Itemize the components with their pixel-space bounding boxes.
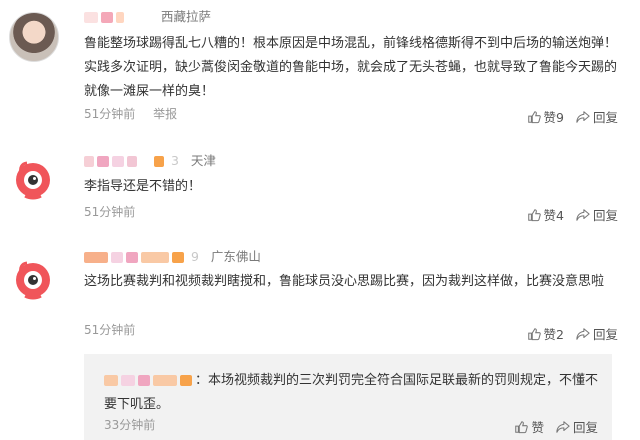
timestamp: 51分钟前	[84, 107, 136, 121]
blurred-username[interactable]	[141, 252, 169, 263]
blurred-username[interactable]	[121, 375, 135, 386]
like-button[interactable]: 赞4	[527, 205, 564, 224]
comment-actions: 赞9 回复	[527, 107, 618, 126]
thumbs-up-icon	[527, 327, 541, 340]
like-label: 赞	[531, 420, 544, 435]
blurred-username[interactable]	[154, 156, 164, 167]
comment-text: 鲁能整场球踢得乱七八糟的！根本原因是中场混乱，前锋线格德斯得不到中后场的输送炮弹…	[84, 36, 618, 99]
comment-time: 51分钟前	[84, 321, 135, 338]
reply-icon	[576, 208, 590, 221]
reply-text: ：本场视频裁判的三次判罚完全符合国际足联最新的罚则规定，不懂不要下叽歪。	[104, 373, 599, 412]
location: 天津	[190, 153, 216, 168]
comment-header: 3 天津	[84, 152, 216, 170]
user-avatar[interactable]	[9, 254, 57, 302]
blurred-username[interactable]	[180, 375, 192, 386]
comment-time: 51分钟前	[84, 203, 135, 220]
thumbs-up-icon	[527, 208, 541, 221]
timestamp: 51分钟前	[84, 205, 136, 219]
blurred-username[interactable]	[138, 375, 150, 386]
reply-label: 回复	[592, 110, 618, 125]
blurred-username[interactable]	[111, 252, 123, 263]
blurred-username[interactable]	[116, 12, 124, 23]
thumbs-up-icon	[515, 420, 529, 433]
timestamp: 51分钟前	[84, 323, 136, 337]
reply-icon	[576, 110, 590, 123]
like-button[interactable]: 赞	[514, 417, 544, 436]
blurred-username[interactable]	[84, 252, 108, 263]
blurred-username[interactable]	[101, 12, 113, 23]
comment-header: 9 广东佛山	[84, 248, 261, 266]
nested-reply: ：本场视频裁判的三次判罚完全符合国际足联最新的罚则规定，不懂不要下叽歪。 33分…	[84, 354, 612, 440]
blurred-username[interactable]	[84, 12, 98, 23]
username-suffix[interactable]: 3	[171, 153, 179, 168]
reply-icon	[556, 420, 570, 433]
comment-text: 这场比赛裁判和视频裁判瞎搅和，鲁能球员没心思踢比赛，因为裁判这样做，比赛没意思啦	[84, 274, 605, 289]
report-link[interactable]: 举报	[153, 107, 177, 121]
reply-button[interactable]: 回复	[576, 324, 618, 343]
reply-button[interactable]: 回复	[556, 417, 598, 436]
reply-actions: 赞 回复	[514, 417, 598, 436]
reply-label: 回复	[592, 208, 618, 223]
blurred-username[interactable]	[126, 252, 138, 263]
reply-button[interactable]: 回复	[576, 107, 618, 126]
reply-label: 回复	[572, 420, 598, 435]
location: 广东佛山	[210, 249, 261, 264]
thumbs-up-icon	[527, 110, 541, 123]
comment-header: 西藏拉萨	[84, 8, 211, 26]
user-avatar[interactable]	[9, 154, 57, 202]
comment-time: 51分钟前 举报	[84, 105, 177, 122]
username-suffix[interactable]: 9	[191, 249, 199, 264]
default-weibo-avatar-icon	[16, 261, 50, 300]
like-count: 赞4	[543, 208, 564, 223]
reply-button[interactable]: 回复	[576, 205, 618, 224]
reply-text-block: ：本场视频裁判的三次判罚完全符合国际足联最新的罚则规定，不懂不要下叽歪。	[104, 369, 604, 417]
like-count: 赞9	[543, 110, 564, 125]
comment-actions: 赞4 回复	[527, 205, 618, 224]
blurred-username[interactable]	[153, 375, 177, 386]
blurred-username[interactable]	[97, 156, 109, 167]
reply-icon	[576, 327, 590, 340]
blurred-username[interactable]	[172, 252, 184, 263]
comment-actions: 赞2 回复	[527, 324, 618, 343]
location: 西藏拉萨	[160, 9, 211, 24]
default-weibo-avatar-icon	[16, 161, 50, 200]
comment-1: 西藏拉萨 鲁能整场球踢得乱七八糟的！根本原因是中场混乱，前锋线格德斯得不到中后场…	[0, 0, 640, 132]
like-count: 赞2	[543, 327, 564, 342]
blurred-username[interactable]	[104, 375, 118, 386]
blurred-username[interactable]	[127, 156, 137, 167]
blurred-username[interactable]	[84, 156, 94, 167]
reply-time: 33分钟前	[104, 418, 156, 432]
reply-label: 回复	[592, 327, 618, 342]
user-avatar[interactable]	[9, 12, 59, 62]
like-button[interactable]: 赞2	[527, 324, 564, 343]
comment-3: 9 广东佛山 这场比赛裁判和视频裁判瞎搅和，鲁能球员没心思踢比赛，因为裁判这样做…	[0, 238, 640, 348]
comment-text: 李指导还是不错的！	[84, 179, 202, 194]
like-button[interactable]: 赞9	[527, 107, 564, 126]
comment-2: 3 天津 李指导还是不错的！ 51分钟前 赞4 回复	[0, 140, 640, 232]
blurred-username[interactable]	[112, 156, 124, 167]
